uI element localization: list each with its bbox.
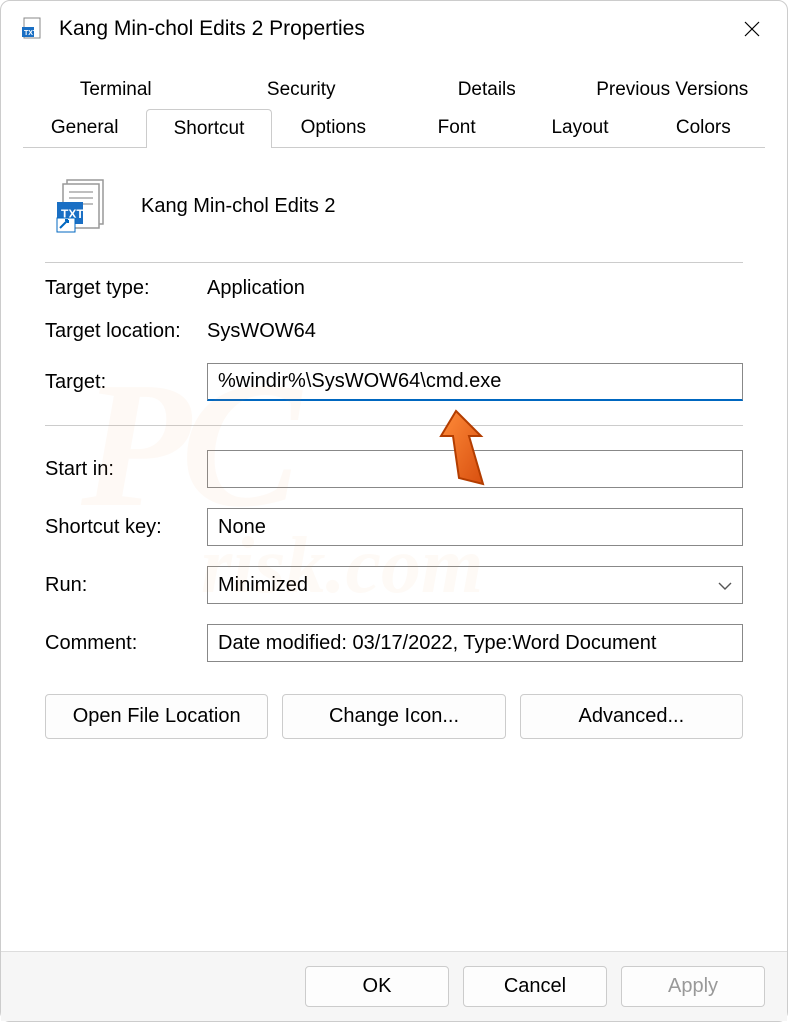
target-type-value: Application: [207, 277, 305, 300]
shortcut-tab-content: PC risk.com TXT Kang M: [23, 147, 765, 759]
tab-details[interactable]: Details: [394, 71, 580, 109]
run-value: Minimized: [218, 574, 308, 597]
ok-button[interactable]: OK: [305, 966, 449, 1007]
tab-terminal[interactable]: Terminal: [23, 71, 209, 109]
shortcut-icon: TXT: [55, 178, 111, 234]
target-input[interactable]: [207, 363, 743, 401]
shortcut-header: TXT Kang Min-chol Edits 2: [45, 178, 743, 258]
tab-font[interactable]: Font: [395, 109, 518, 147]
divider: [45, 262, 743, 263]
target-type-row: Target type: Application: [45, 267, 743, 310]
tab-previous-versions[interactable]: Previous Versions: [580, 71, 766, 109]
comment-row: Comment:: [45, 614, 743, 672]
apply-button[interactable]: Apply: [621, 966, 765, 1007]
advanced-button[interactable]: Advanced...: [520, 694, 743, 739]
properties-window: TXT Kang Min-chol Edits 2 Properties Ter…: [0, 0, 788, 1022]
divider: [45, 425, 743, 426]
shortcutkey-row: Shortcut key:: [45, 498, 743, 556]
tab-options[interactable]: Options: [272, 109, 395, 147]
comment-input[interactable]: [207, 624, 743, 662]
change-icon-button[interactable]: Change Icon...: [282, 694, 505, 739]
window-title: Kang Min-chol Edits 2 Properties: [59, 17, 737, 41]
titlebar: TXT Kang Min-chol Edits 2 Properties: [1, 1, 787, 53]
tab-security[interactable]: Security: [209, 71, 395, 109]
tabs-row-1: Terminal Security Details Previous Versi…: [23, 71, 765, 109]
tabs-row-2: General Shortcut Options Font Layout Col…: [23, 109, 765, 147]
tab-general[interactable]: General: [23, 109, 146, 147]
svg-text:TXT: TXT: [24, 30, 38, 37]
target-location-row: Target location: SysWOW64: [45, 310, 743, 353]
run-select[interactable]: Minimized: [207, 566, 743, 604]
open-file-location-button[interactable]: Open File Location: [45, 694, 268, 739]
tab-shortcut[interactable]: Shortcut: [146, 109, 271, 148]
startin-row: Start in:: [45, 440, 743, 498]
tabs-container: Terminal Security Details Previous Versi…: [1, 53, 787, 759]
window-icon: TXT: [21, 17, 45, 41]
target-label: Target:: [45, 371, 207, 394]
shortcutkey-input[interactable]: [207, 508, 743, 546]
bottom-bar: OK Cancel Apply: [1, 951, 787, 1021]
startin-input[interactable]: [207, 450, 743, 488]
shortcut-button-row: Open File Location Change Icon... Advanc…: [45, 672, 743, 739]
run-label: Run:: [45, 574, 207, 597]
comment-label: Comment:: [45, 632, 207, 655]
startin-label: Start in:: [45, 458, 207, 481]
chevron-down-icon: [718, 577, 732, 593]
target-row: Target:: [45, 353, 743, 411]
tab-layout[interactable]: Layout: [518, 109, 641, 147]
target-location-label: Target location:: [45, 320, 207, 343]
cancel-button[interactable]: Cancel: [463, 966, 607, 1007]
shortcut-name: Kang Min-chol Edits 2: [141, 195, 336, 218]
shortcutkey-label: Shortcut key:: [45, 516, 207, 539]
target-type-label: Target type:: [45, 277, 207, 300]
target-location-value: SysWOW64: [207, 320, 316, 343]
tab-colors[interactable]: Colors: [642, 109, 765, 147]
run-row: Run: Minimized: [45, 556, 743, 614]
close-button[interactable]: [737, 14, 767, 44]
